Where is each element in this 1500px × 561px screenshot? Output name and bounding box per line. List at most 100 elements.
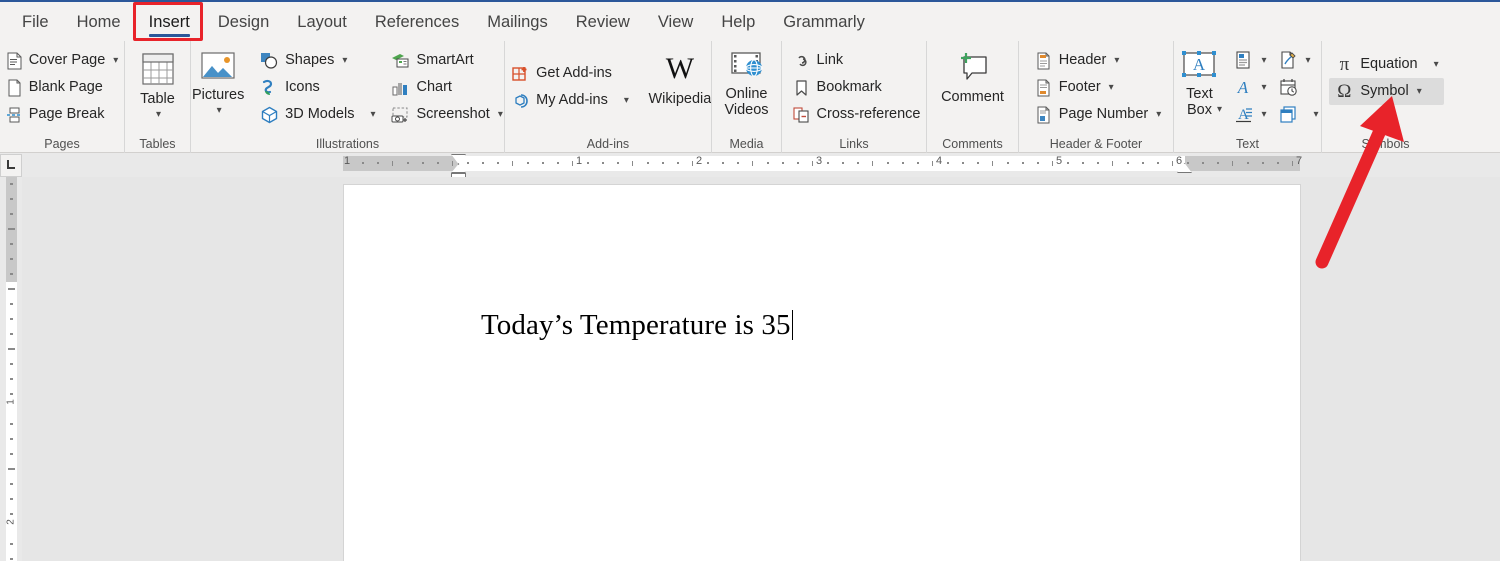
- tab-home[interactable]: Home: [63, 3, 135, 41]
- group-label-text: Text: [1174, 137, 1321, 151]
- link-button[interactable]: Link: [787, 47, 926, 74]
- vertical-ruler-tick: [10, 333, 13, 335]
- page-number-button[interactable]: Page Number ▾: [1030, 101, 1167, 128]
- chevron-down-icon[interactable]: ▾: [1314, 109, 1319, 120]
- ruler-number: 7: [1296, 155, 1302, 167]
- cross-reference-button[interactable]: Cross-reference: [787, 101, 926, 128]
- text-caret: [792, 310, 794, 340]
- my-addins-button[interactable]: My Add-ins ▾: [506, 87, 634, 114]
- tab-mailings[interactable]: Mailings: [473, 3, 562, 41]
- tab-layout[interactable]: Layout: [283, 3, 361, 41]
- equation-label: Equation: [1360, 57, 1417, 72]
- tab-file[interactable]: File: [8, 3, 63, 41]
- chevron-down-icon[interactable]: ▾: [1261, 109, 1266, 120]
- symbol-omega-icon: Ω: [1334, 82, 1354, 101]
- chevron-down-icon[interactable]: ▾: [1156, 109, 1161, 120]
- online-videos-button[interactable]: Online Videos: [716, 45, 778, 131]
- ruler-tick: [902, 162, 904, 164]
- footer-button[interactable]: Footer ▾: [1030, 74, 1167, 101]
- ruler-tick: [947, 162, 949, 164]
- my-addins-icon: [511, 92, 530, 110]
- screenshot-icon: [391, 106, 410, 124]
- ruler-tick: [1187, 162, 1189, 164]
- ruler-number: 1: [344, 155, 350, 167]
- chevron-down-icon[interactable]: ▾: [1217, 102, 1222, 117]
- 3d-models-button[interactable]: 3D Models ▾: [255, 101, 380, 128]
- ruler-tick: [1232, 161, 1233, 166]
- chevron-down-icon[interactable]: ▾: [113, 55, 118, 66]
- ruler-tick: [1067, 162, 1069, 164]
- wikipedia-button[interactable]: W Wikipedia: [644, 45, 716, 131]
- ribbon: Cover Page ▾ Blank Page: [0, 41, 1500, 153]
- document-canvas[interactable]: Today’s Temperature is 35: [22, 177, 1500, 561]
- cover-page-label: Cover Page: [29, 53, 106, 68]
- blank-page-button[interactable]: Blank Page: [1, 74, 124, 101]
- equation-button[interactable]: π Equation ▾: [1329, 51, 1443, 78]
- date-time-button[interactable]: [1274, 74, 1324, 101]
- chevron-down-icon[interactable]: ▾: [1434, 59, 1439, 70]
- ruler-tick: [857, 162, 859, 164]
- online-videos-label: Online Videos: [716, 86, 778, 118]
- screenshot-button[interactable]: Screenshot ▾: [386, 101, 507, 128]
- tab-review[interactable]: Review: [562, 3, 644, 41]
- page-break-button[interactable]: Page Break: [1, 101, 124, 128]
- quick-parts-button[interactable]: ▾: [1229, 47, 1271, 74]
- document-page[interactable]: Today’s Temperature is 35: [344, 185, 1300, 561]
- ruler-number: 4: [936, 155, 942, 167]
- chevron-down-icon[interactable]: ▾: [156, 107, 161, 122]
- tab-insert[interactable]: Insert: [135, 3, 204, 41]
- ruler-number: 3: [816, 155, 822, 167]
- text-box-icon: A: [1177, 49, 1221, 83]
- document-text-line[interactable]: Today’s Temperature is 35: [481, 309, 793, 342]
- smartart-button[interactable]: SmartArt: [386, 47, 507, 74]
- ribbon-group-pages: Cover Page ▾ Blank Page: [0, 41, 124, 153]
- group-label-addins: Add-ins: [505, 137, 711, 151]
- tab-stop-selector[interactable]: [0, 154, 22, 177]
- get-addins-button[interactable]: Get Add-ins: [506, 60, 634, 87]
- ruler-tick: [842, 162, 844, 164]
- bookmark-button[interactable]: Bookmark: [787, 74, 926, 101]
- chevron-down-icon[interactable]: ▾: [1261, 55, 1266, 66]
- horizontal-ruler[interactable]: 11234567: [0, 153, 1500, 177]
- table-button[interactable]: Table ▾: [127, 45, 189, 131]
- new-comment-button[interactable]: Comment: [933, 45, 1013, 131]
- tab-review-label: Review: [576, 13, 630, 32]
- tab-grammarly[interactable]: Grammarly: [769, 3, 879, 41]
- chevron-down-icon[interactable]: ▾: [1417, 86, 1422, 97]
- wordart-button[interactable]: A ▾: [1229, 74, 1271, 101]
- chevron-down-icon[interactable]: ▾: [1114, 55, 1119, 66]
- chevron-down-icon[interactable]: ▾: [370, 109, 375, 120]
- 3d-models-icon: [260, 106, 279, 124]
- cover-page-button[interactable]: Cover Page ▾: [1, 47, 124, 74]
- cover-page-icon: [6, 52, 23, 70]
- chevron-down-icon[interactable]: ▾: [342, 55, 347, 66]
- ruler-tick: [1037, 162, 1039, 164]
- chevron-down-icon[interactable]: ▾: [624, 95, 629, 106]
- text-box-button[interactable]: A Text Box ▾: [1171, 45, 1227, 131]
- pictures-button[interactable]: Pictures ▾: [187, 45, 249, 131]
- header-button[interactable]: Header ▾: [1030, 47, 1167, 74]
- group-label-symbols: Symbols: [1322, 137, 1449, 151]
- shapes-button[interactable]: Shapes ▾: [255, 47, 380, 74]
- drop-cap-button[interactable]: A ▾: [1229, 101, 1271, 128]
- ruler-tick: [422, 162, 424, 164]
- object-button[interactable]: ▾: [1274, 101, 1324, 128]
- tab-view[interactable]: View: [644, 3, 707, 41]
- symbol-button[interactable]: Ω Symbol ▾: [1329, 78, 1443, 105]
- ruler-tick: [1112, 161, 1113, 166]
- pictures-label: Pictures: [192, 88, 244, 103]
- signature-line-button[interactable]: ▾: [1274, 47, 1324, 74]
- new-comment-label: Comment: [941, 90, 1004, 105]
- chevron-down-icon[interactable]: ▾: [217, 103, 222, 118]
- tab-help[interactable]: Help: [707, 3, 769, 41]
- icons-button[interactable]: Icons: [255, 74, 380, 101]
- wikipedia-icon: W: [666, 49, 694, 89]
- chevron-down-icon[interactable]: ▾: [1109, 82, 1114, 93]
- vertical-ruler[interactable]: 12: [0, 177, 22, 561]
- chevron-down-icon[interactable]: ▾: [1306, 55, 1311, 66]
- chart-button[interactable]: Chart: [386, 74, 507, 101]
- tab-design[interactable]: Design: [204, 3, 283, 41]
- chevron-down-icon[interactable]: ▾: [1261, 82, 1266, 93]
- tab-references[interactable]: References: [361, 3, 473, 41]
- ribbon-tab-bar: File Home Insert Design Layout Reference…: [0, 0, 1500, 41]
